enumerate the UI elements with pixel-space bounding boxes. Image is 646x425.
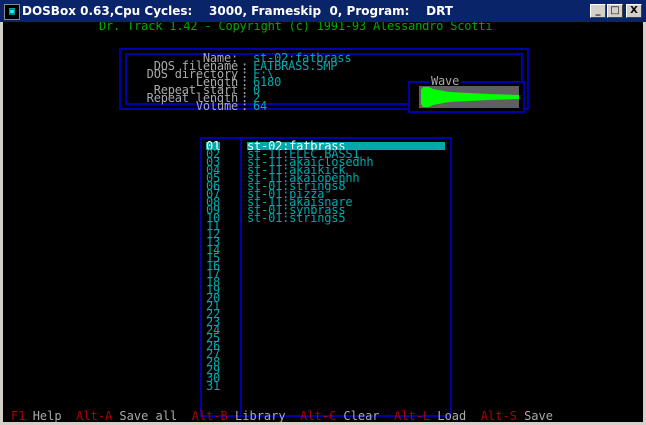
dosbox-icon: ▣: [4, 4, 20, 20]
dos-screen[interactable]: Dr. Track 1.42 - Copyright (c) 1991-93 A…: [3, 22, 643, 422]
shortcut-key: F1: [11, 409, 26, 422]
minimize-button[interactable]: _: [590, 4, 606, 18]
shortcut-description: Save: [524, 409, 553, 422]
info-colon: :: [240, 99, 248, 113]
window-titlebar[interactable]: ▣ DOSBox 0.63,Cpu Cycles: 3000, Frameski…: [0, 0, 646, 22]
shortcut-description: Help: [32, 409, 62, 422]
window-title: DOSBox 0.63,Cpu Cycles: 3000, Frameskip …: [22, 4, 453, 18]
wave-label: Wave: [429, 74, 462, 88]
copyright-banner: Dr. Track 1.42 - Copyright (c) 1991-93 A…: [99, 22, 493, 33]
shortcut-key: Alt-A: [76, 409, 113, 422]
shortcut-description: Save all: [119, 409, 178, 422]
function-key-bar: F1 Help Alt-A Save all Alt-B Library Alt…: [11, 410, 643, 422]
sample-list-divider: [240, 139, 242, 415]
waveform-graphic: [419, 86, 519, 108]
shortcut-key: Alt-C: [300, 409, 337, 422]
shortcut-key: Alt-S: [480, 409, 517, 422]
info-value[interactable]: 64: [253, 100, 267, 112]
maximize-button[interactable]: □: [607, 4, 623, 18]
close-button[interactable]: X: [626, 4, 642, 18]
sample-slot-number[interactable]: 31: [206, 380, 220, 392]
shortcut-key: Alt-L: [393, 409, 431, 422]
shortcut-description: Clear: [343, 409, 380, 422]
shortcut-description: Library: [235, 409, 286, 422]
info-label: Volume: [195, 99, 238, 113]
shortcut-description: Load: [437, 409, 467, 422]
shortcut-key: Alt-B: [191, 409, 228, 422]
sample-list-item[interactable]: st-01:strings5: [247, 212, 346, 224]
